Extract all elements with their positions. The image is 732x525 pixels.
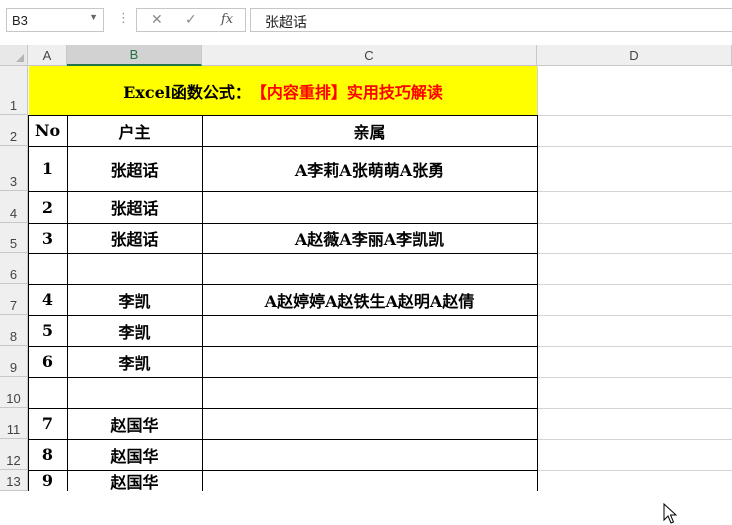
title-prefix: Excel函数公式： <box>123 82 251 102</box>
column-header-a[interactable]: A <box>28 45 67 66</box>
insert-function-icon[interactable]: fx <box>221 11 233 29</box>
table-cell-relatives[interactable] <box>202 408 537 439</box>
table-cell-relatives[interactable] <box>202 315 537 346</box>
header-cell-no[interactable]: No <box>28 115 67 146</box>
row-header-11[interactable]: 11 <box>0 408 28 439</box>
table-cell-no[interactable] <box>28 377 67 408</box>
title-cell[interactable]: Excel函数公式： 【内容重排】实用技巧解读 <box>29 66 537 115</box>
table-cell-householder[interactable]: 赵国华 <box>67 470 202 492</box>
table-cell-no[interactable]: 5 <box>28 315 67 346</box>
row-header-3[interactable]: 3 <box>0 146 28 191</box>
table-cell-householder[interactable]: 赵国华 <box>67 408 202 439</box>
table-cell-no[interactable]: 8 <box>28 439 67 470</box>
mouse-pointer-icon <box>663 503 677 524</box>
table-cell-relatives[interactable]: A李莉A张萌萌A张勇 <box>202 146 537 191</box>
row-header-7[interactable]: 7 <box>0 284 28 315</box>
row-header-4[interactable]: 4 <box>0 191 28 223</box>
table-cell-householder[interactable]: 李凯 <box>67 284 202 315</box>
formula-text: 张超话 <box>265 15 307 31</box>
spreadsheet-grid: ABCD 1 2 3 4 5 6 7 8 9 10 11 12 13 Excel函数公式： 【内容重排】… <box>0 45 732 524</box>
table-cell-relatives[interactable] <box>202 439 537 470</box>
row-header-9[interactable]: 9 <box>0 346 28 377</box>
table-cell-householder[interactable]: 张超话 <box>67 146 202 191</box>
table-cell-relatives[interactable] <box>202 253 537 284</box>
table-cell-householder[interactable] <box>67 377 202 408</box>
row-header-1[interactable]: 1 <box>0 66 28 115</box>
table-cell-householder[interactable]: 张超话 <box>67 223 202 253</box>
table-cell-relatives[interactable]: A赵薇A李丽A李凯凯 <box>202 223 537 253</box>
row-header-8[interactable]: 8 <box>0 315 28 346</box>
select-all-icon <box>16 54 24 62</box>
table-cell-no[interactable]: 1 <box>28 146 67 191</box>
vertical-dots-icon[interactable]: ⋮ <box>117 9 130 29</box>
table-cell-no[interactable]: 4 <box>28 284 67 315</box>
column-header-b[interactable]: B <box>67 45 202 66</box>
table-cell-no[interactable] <box>28 253 67 284</box>
table-cell-householder[interactable] <box>67 253 202 284</box>
header-cell-householder[interactable]: 户主 <box>67 115 202 146</box>
name-box[interactable]: B3 ▼ <box>6 8 104 32</box>
chevron-down-icon[interactable]: ▼ <box>89 12 98 22</box>
row-header-6[interactable]: 6 <box>0 253 28 284</box>
row-header-10[interactable]: 10 <box>0 377 28 408</box>
column-header-d[interactable]: D <box>537 45 732 66</box>
table-cell-householder[interactable]: 李凯 <box>67 346 202 377</box>
select-all-button[interactable] <box>0 45 28 66</box>
formula-buttons: ✕ ✓ fx <box>136 8 246 32</box>
table-cell-no[interactable]: 7 <box>28 408 67 439</box>
formula-input[interactable]: 张超话 <box>250 8 732 32</box>
name-box-value: B3 <box>12 13 28 28</box>
table-cell-relatives[interactable] <box>202 346 537 377</box>
table-cell-relatives[interactable]: A赵婷婷A赵铁生A赵明A赵倩 <box>202 284 537 315</box>
table-cell-householder[interactable]: 张超话 <box>67 191 202 223</box>
row-header-5[interactable]: 5 <box>0 223 28 253</box>
table-cell-householder[interactable]: 赵国华 <box>67 439 202 470</box>
row-header-13[interactable]: 13 <box>0 470 28 491</box>
table-cell-relatives[interactable] <box>202 191 537 223</box>
table-cell-relatives[interactable] <box>202 470 537 491</box>
row-header-2[interactable]: 2 <box>0 115 28 146</box>
cancel-icon[interactable]: ✕ <box>151 11 163 29</box>
table-cell-no[interactable]: 9 <box>28 470 67 491</box>
table-cell-householder[interactable]: 李凯 <box>67 315 202 346</box>
row-header-12[interactable]: 12 <box>0 439 28 470</box>
table-cell-no[interactable]: 3 <box>28 223 67 253</box>
table-border <box>537 115 538 491</box>
table-cell-relatives[interactable] <box>202 377 537 408</box>
enter-icon[interactable]: ✓ <box>185 11 197 29</box>
title-highlight: 【内容重排】实用技巧解读 <box>250 82 443 102</box>
table-cell-no[interactable]: 2 <box>28 191 67 223</box>
column-header-c[interactable]: C <box>202 45 537 66</box>
table-cell-no[interactable]: 6 <box>28 346 67 377</box>
header-cell-relatives[interactable]: 亲属 <box>202 115 537 146</box>
